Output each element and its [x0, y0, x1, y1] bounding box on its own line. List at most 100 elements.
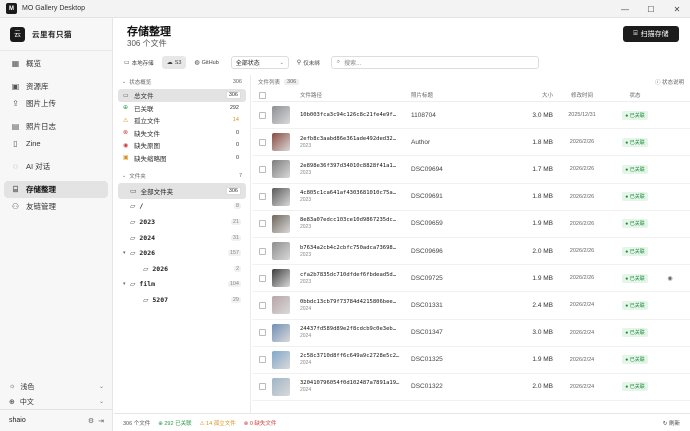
- preview-eye-icon[interactable]: ◉: [659, 275, 681, 282]
- photo-thumbnail[interactable]: [272, 160, 290, 179]
- nav-item-ai-chat[interactable]: ◌ AI 对话: [4, 158, 108, 175]
- photo-thumbnail[interactable]: [272, 214, 290, 233]
- folder-section-header[interactable]: ⌄ 文件夹 7: [114, 169, 250, 183]
- nav-item-overview[interactable]: ▦ 概览: [4, 55, 108, 72]
- row-checkbox[interactable]: [258, 111, 266, 119]
- row-checkbox[interactable]: [258, 383, 266, 391]
- status-help-link[interactable]: ⓘ 状态说明: [655, 78, 684, 86]
- folder-item[interactable]: ▾ ▱ 2026 157: [118, 245, 246, 261]
- select-all-checkbox[interactable]: [258, 91, 266, 99]
- folder-item-all[interactable]: ▭ 全部文件夹 306: [118, 183, 246, 199]
- table-row[interactable]: 10b003fca3c94c126c8c21fe4e9f… 1108704 3.0 …: [252, 102, 690, 130]
- table-row[interactable]: 320410796054f0d102487a7891a19… 2024 DSC013…: [252, 374, 690, 402]
- row-checkbox[interactable]: [258, 274, 266, 282]
- table-row[interactable]: 2e898e36f397d34010c8828f41a1… 2023 DSC0969…: [252, 156, 690, 184]
- status-filter-item[interactable]: ⊗ 缺失文件 0: [118, 127, 246, 140]
- unbound-only-toggle[interactable]: ⚲ 仅未绑: [292, 56, 325, 69]
- column-date[interactable]: 修改时间: [553, 91, 611, 99]
- status-filter-select[interactable]: 全部状态 ⌄: [230, 56, 289, 69]
- file-folder: 2023: [300, 251, 312, 258]
- folder-item[interactable]: ▾ ▱ film 104: [118, 277, 246, 293]
- column-path[interactable]: 文件路径: [300, 91, 408, 99]
- status-label: 缺失文件: [134, 130, 160, 138]
- photo-thumbnail[interactable]: [272, 187, 290, 206]
- row-checkbox[interactable]: [258, 220, 266, 228]
- status-section-header[interactable]: ⌄ 状态概览 306: [114, 75, 250, 89]
- scan-storage-button[interactable]: ⌸ 扫描存储: [623, 26, 679, 42]
- status-filter-item[interactable]: ▭ 总文件 306: [118, 89, 246, 102]
- nav-label: 友链管理: [26, 202, 56, 211]
- nav-item-library[interactable]: ▣ 资源库: [4, 78, 108, 95]
- photo-thumbnail[interactable]: [272, 133, 290, 152]
- folder-icon: ▱: [130, 217, 136, 226]
- photo-thumbnail[interactable]: [272, 350, 290, 369]
- chevron-down-icon[interactable]: ▾: [123, 281, 129, 287]
- tab-s3[interactable]: ☁ S3: [161, 56, 187, 69]
- minimize-button[interactable]: —: [612, 0, 638, 18]
- row-checkbox[interactable]: [258, 193, 266, 201]
- photo-thumbnail[interactable]: [272, 242, 290, 261]
- row-checkbox[interactable]: [258, 165, 266, 173]
- status-filter-item[interactable]: ▣ 缺失缩略图 0: [118, 152, 246, 165]
- status-badge: ● 已关联: [622, 246, 648, 256]
- row-checkbox[interactable]: [258, 301, 266, 309]
- table-row[interactable]: 24437fd589d89e2f8cdcb9c0e3eb… 2024 DSC0134…: [252, 320, 690, 347]
- photo-thumbnail[interactable]: [272, 106, 290, 125]
- chevron-down-icon[interactable]: ▾: [123, 250, 129, 256]
- row-checkbox[interactable]: [258, 329, 266, 337]
- tab-github[interactable]: ◍ GitHub: [189, 56, 223, 69]
- settings-icon[interactable]: ⚙: [88, 417, 94, 425]
- nav-item-friend-links[interactable]: ⚇ 友链管理: [4, 198, 108, 215]
- nav-item-photo-log[interactable]: ▤ 照片日志: [4, 118, 108, 135]
- photo-thumbnail[interactable]: [272, 323, 290, 342]
- table-row[interactable]: b7634a2cb4c2cbfc750adca73698… 2023 DSC0969…: [252, 238, 690, 266]
- close-button[interactable]: ✕: [664, 0, 690, 18]
- logout-icon[interactable]: ⇥: [98, 417, 104, 425]
- column-status[interactable]: 状态: [611, 91, 659, 99]
- folder-item[interactable]: ▱/ 8: [118, 199, 246, 215]
- nav-item-upload[interactable]: ⇪ 图片上传: [4, 95, 108, 112]
- file-path: 0bbdc13cb79f73784d4215806bee…: [300, 298, 397, 305]
- table-row[interactable]: 0bbdc13cb79f73784d4215806bee… 2024 DSC0133…: [252, 292, 690, 320]
- search-input[interactable]: ⌕ 搜索...: [330, 56, 539, 69]
- table-row[interactable]: 2efb8c3aabd86e361ade492ded32… 2023 Author 1…: [252, 129, 690, 157]
- table-row[interactable]: 2c58c3710d8ff6c649a9c2728e5c2… 2024 DSC013…: [252, 347, 690, 374]
- section-title: 文件夹: [129, 174, 146, 180]
- table-row[interactable]: 4c805c1ca641af4303681010c75a… 2023 DSC0969…: [252, 184, 690, 211]
- row-checkbox[interactable]: [258, 138, 266, 146]
- status-filter-item[interactable]: ◉ 缺失原图 0: [118, 139, 246, 152]
- photo-thumbnail[interactable]: [272, 269, 290, 288]
- column-size[interactable]: 大小: [508, 91, 553, 99]
- status-filter-item[interactable]: ⚠ 孤立文件 14: [118, 114, 246, 127]
- folder-item[interactable]: ▱ 2024 31: [118, 230, 246, 246]
- column-title[interactable]: 照片标题: [408, 91, 508, 99]
- file-path: 4c805c1ca641af4303681010c75a…: [300, 190, 397, 197]
- file-size: 3.0 MB: [532, 111, 553, 119]
- folder-item[interactable]: ▱ 2026 2: [118, 261, 246, 277]
- row-checkbox[interactable]: [258, 356, 266, 364]
- nav-item-zine[interactable]: ▯ Zine: [4, 135, 108, 152]
- folder-icon: ▱: [130, 233, 136, 242]
- folder-item[interactable]: ▱ 5207 29: [118, 292, 246, 308]
- table-row[interactable]: cfa2b7835dc710dfdef6fbdead5d… 2023 DSC0972…: [252, 265, 690, 293]
- language-select[interactable]: ⊕ 中文 ⌄: [0, 394, 113, 409]
- file-list-title: 文件列表: [258, 80, 281, 86]
- photo-thumbnail[interactable]: [272, 296, 290, 315]
- table-row[interactable]: 8e83a07edcc103ce10d9867235dc… 2023 DSC0965…: [252, 211, 690, 238]
- refresh-button[interactable]: ↻ 刷新: [663, 419, 680, 427]
- status-label: 总文件: [134, 93, 154, 101]
- photo-thumbnail[interactable]: [272, 377, 290, 396]
- file-list: 文件列表 306 ⓘ 状态说明 文件路径 照片标题 大小 修改时间 状态 10b…: [252, 75, 690, 413]
- brand[interactable]: 云 云里有只猫: [0, 18, 112, 51]
- photo-title: DSC01347: [411, 329, 443, 337]
- users-icon: ⚇: [11, 202, 20, 211]
- tab-local-storage[interactable]: ▭ 本地存储: [119, 56, 159, 69]
- status-badge: ● 已关联: [622, 355, 648, 365]
- folder-item[interactable]: ▱ 2023 21: [118, 214, 246, 230]
- maximize-button[interactable]: ☐: [638, 0, 664, 18]
- row-checkbox[interactable]: [258, 247, 266, 255]
- theme-select[interactable]: ☼ 浅色 ⌄: [0, 379, 113, 394]
- status-filter-item[interactable]: ⊕ 已关联 292: [118, 102, 246, 115]
- upload-icon: ⇪: [12, 99, 19, 108]
- nav-item-storage[interactable]: ⌸ 存储整理: [4, 181, 108, 198]
